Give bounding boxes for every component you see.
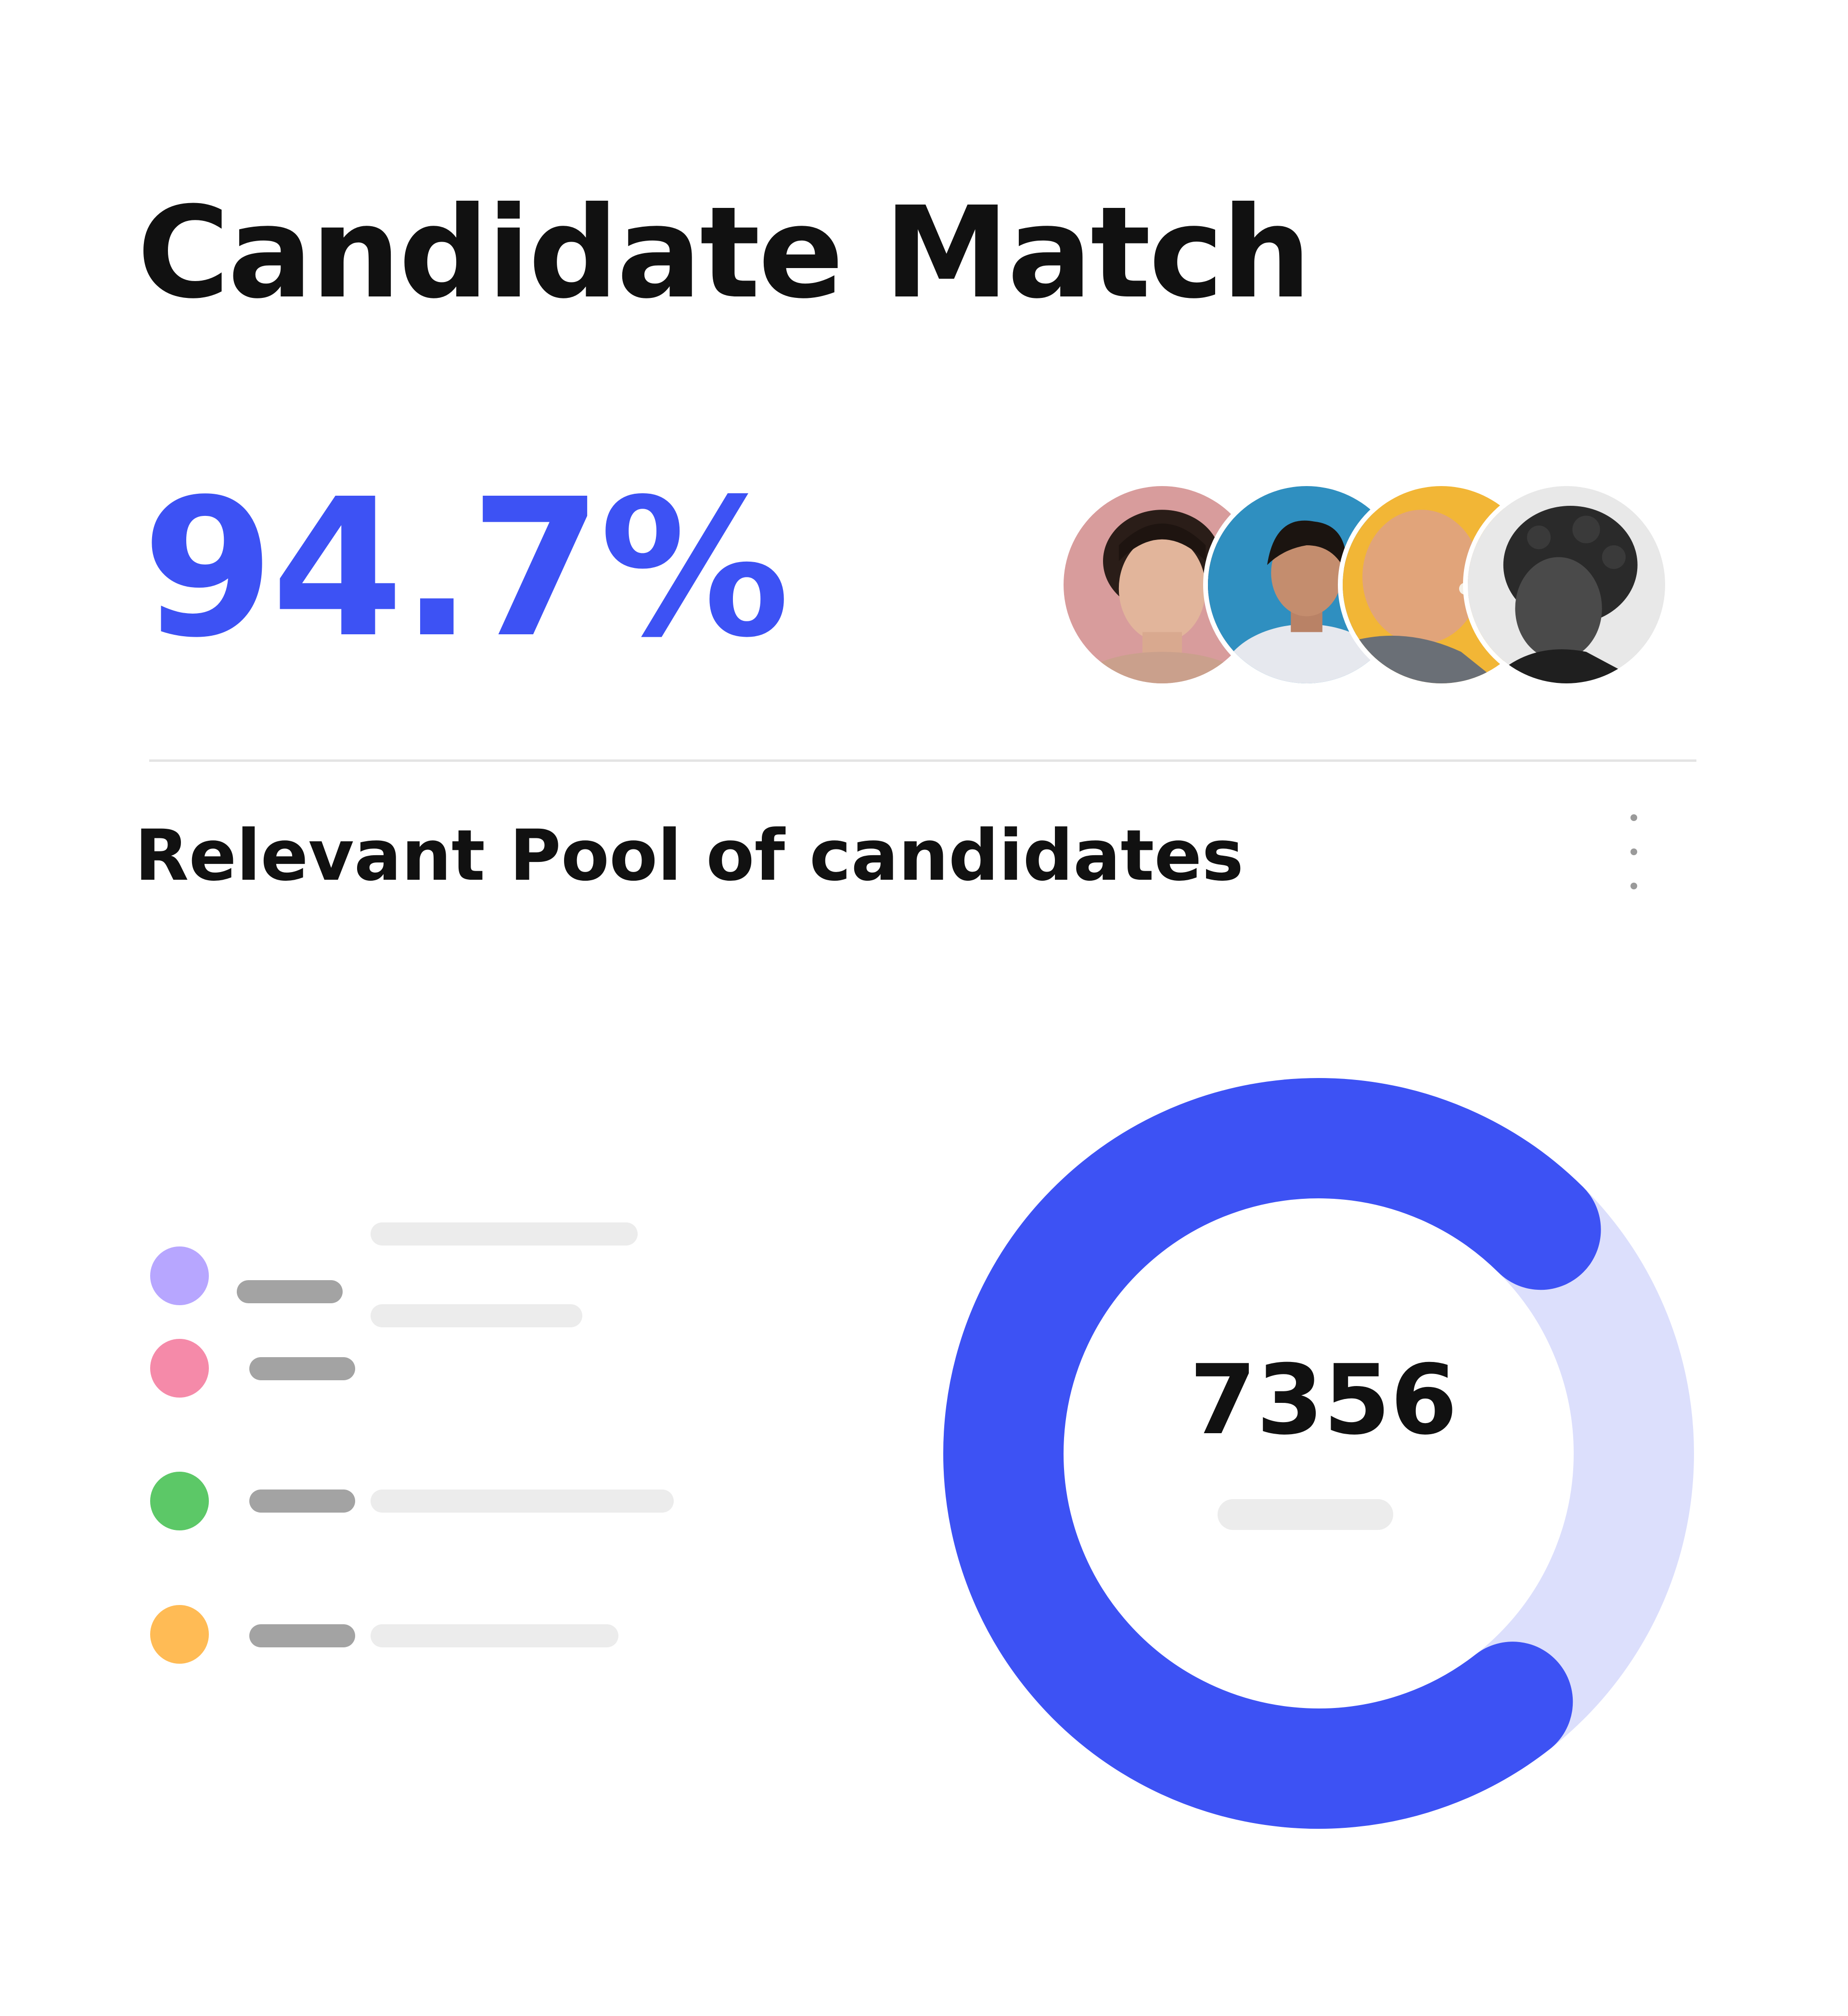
legend-label-placeholder xyxy=(249,1490,355,1513)
legend-value-placeholder xyxy=(371,1222,638,1246)
legend-label-placeholder xyxy=(249,1357,355,1380)
legend-dot xyxy=(150,1339,209,1398)
legend-value-placeholder xyxy=(371,1490,674,1513)
avatar-stack xyxy=(1059,481,1670,693)
more-vertical-icon[interactable] xyxy=(1612,809,1656,895)
legend-label-placeholder xyxy=(249,1624,355,1647)
match-percentage: 94.7% xyxy=(142,458,790,680)
divider xyxy=(149,759,1696,762)
legend-dot xyxy=(150,1605,209,1664)
legend-value-placeholder xyxy=(371,1304,582,1327)
legend-dot xyxy=(150,1472,209,1530)
menu-dot xyxy=(1630,883,1637,889)
legend-value-placeholder xyxy=(371,1624,618,1647)
candidate-match-card: Candidate Match 94.7% Relevant Pool of c… xyxy=(0,0,1848,2016)
menu-dot xyxy=(1630,848,1637,855)
donut-center-caption-placeholder xyxy=(1218,1499,1393,1530)
menu-dot xyxy=(1630,814,1637,821)
legend-label-placeholder xyxy=(237,1280,343,1303)
avatar[interactable] xyxy=(1463,481,1670,688)
donut-center-value: 7356 xyxy=(1189,1344,1458,1456)
card-title: Candidate Match xyxy=(137,180,1311,326)
avatar-photo-4 xyxy=(1468,486,1665,683)
section-title: Relevant Pool of candidates xyxy=(135,815,1244,897)
legend-dot xyxy=(150,1246,209,1305)
